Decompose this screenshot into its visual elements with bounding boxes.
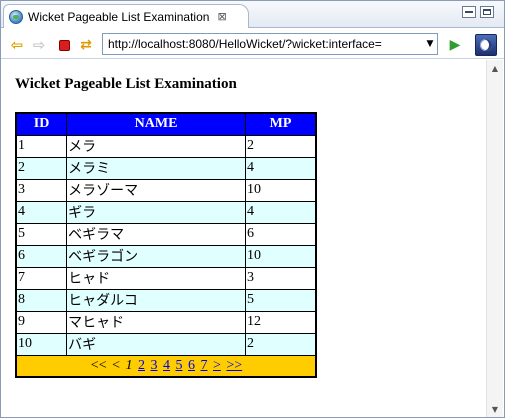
table-row: 5 ベギラマ 6 <box>15 222 317 246</box>
cell-mp: 6 <box>245 222 317 246</box>
cell-id: 4 <box>15 200 68 224</box>
cell-mp: 4 <box>245 156 317 180</box>
pager-prev: < <box>112 357 120 373</box>
cell-id: 5 <box>15 222 68 246</box>
cell-id: 6 <box>15 244 68 268</box>
cell-id: 8 <box>15 288 68 312</box>
cell-mp: 10 <box>245 178 317 202</box>
cell-id: 9 <box>15 310 68 334</box>
page-title: Wicket Pageable List Examination <box>15 76 237 92</box>
table-row: 1 メラ 2 <box>15 134 317 158</box>
page-content: Wicket Pageable List Examination ID NAME… <box>2 60 485 417</box>
column-header-id: ID <box>15 112 68 136</box>
table-row: 8 ヒャダルコ 5 <box>15 288 317 312</box>
cell-name: バギ <box>66 332 246 356</box>
cell-mp: 10 <box>245 244 317 268</box>
back-arrow-icon[interactable]: ⇦ <box>9 36 25 54</box>
cell-mp: 2 <box>245 332 317 356</box>
cell-name: メラ <box>66 134 246 158</box>
pager-link-page-7[interactable]: 7 <box>201 358 208 373</box>
cell-mp: 3 <box>245 266 317 290</box>
cell-id: 3 <box>15 178 68 202</box>
table-row: 2 メラミ 4 <box>15 156 317 180</box>
cell-id: 7 <box>15 266 68 290</box>
table-row: 7 ヒャド 3 <box>15 266 317 290</box>
cell-mp: 12 <box>245 310 317 334</box>
pager-link-page-5[interactable]: 5 <box>176 358 183 373</box>
globe-icon <box>9 9 23 24</box>
cell-mp: 2 <box>245 134 317 158</box>
cell-name: ベギラゴン <box>66 244 246 268</box>
cell-name: ギラ <box>66 200 246 224</box>
scroll-up-icon[interactable]: ▲ <box>487 60 503 76</box>
pager-row: << < 1 2 3 4 5 6 7 > >> <box>15 354 317 378</box>
forward-arrow-icon[interactable]: ⇨ <box>31 36 47 54</box>
tab-wicket-pageable-list[interactable]: Wicket Pageable List Examination ⊠ <box>3 4 249 28</box>
cell-id: 10 <box>15 332 68 356</box>
table-row: 3 メラゾーマ 10 <box>15 178 317 202</box>
cell-mp: 4 <box>245 200 317 224</box>
column-header-name: NAME <box>66 112 246 136</box>
cell-name: メラミ <box>66 156 246 180</box>
window-controls <box>462 6 494 18</box>
cell-name: ベギラマ <box>66 222 246 246</box>
cell-name: マヒャド <box>66 310 246 334</box>
tab-title: Wicket Pageable List Examination <box>28 9 210 24</box>
table-row: 4 ギラ 4 <box>15 200 317 224</box>
cell-name: ヒャダルコ <box>66 288 246 312</box>
browser-window: Wicket Pageable List Examination ⊠ ⇦ ⇨ ⇄… <box>0 0 505 418</box>
maximize-icon[interactable] <box>480 6 494 18</box>
pager: << < 1 2 3 4 5 6 7 > >> <box>15 354 317 378</box>
browser-toolbar: ⇦ ⇨ ⇄ http://localhost:8080/HelloWicket/… <box>1 29 504 59</box>
table-row: 6 ベギラゴン 10 <box>15 244 317 268</box>
eclipse-icon[interactable] <box>475 34 497 56</box>
refresh-icon[interactable]: ⇄ <box>78 37 94 53</box>
cell-mp: 5 <box>245 288 317 312</box>
pager-link-page-6[interactable]: 6 <box>188 358 195 373</box>
column-header-mp: MP <box>245 112 317 136</box>
spell-table: ID NAME MP 1 メラ 2 2 メラミ 4 3 メラゾーマ 10 4 ギ… <box>15 112 317 378</box>
minimize-icon[interactable] <box>462 6 476 18</box>
url-dropdown-icon[interactable]: ▼ <box>423 39 437 49</box>
table-header-row: ID NAME MP <box>15 112 317 136</box>
scroll-down-icon[interactable]: ▼ <box>487 401 503 417</box>
url-text: http://localhost:8080/HelloWicket/?wicke… <box>108 37 382 51</box>
pager-link-page-4[interactable]: 4 <box>163 358 170 373</box>
table-row: 10 バギ 2 <box>15 332 317 356</box>
pager-link-page-3[interactable]: 3 <box>151 358 158 373</box>
pager-current-page: 1 <box>125 357 133 373</box>
go-arrow-icon[interactable]: ▶ <box>447 37 463 53</box>
pager-link-page-2[interactable]: 2 <box>138 358 145 373</box>
pager-first: << <box>90 357 107 373</box>
cell-id: 1 <box>15 134 68 158</box>
table-row: 9 マヒャド 12 <box>15 310 317 334</box>
pager-last-link[interactable]: >> <box>226 358 242 373</box>
close-tab-icon[interactable]: ⊠ <box>217 10 226 23</box>
cell-id: 2 <box>15 156 68 180</box>
vertical-scrollbar[interactable]: ▲ ▼ <box>486 60 503 417</box>
cell-name: メラゾーマ <box>66 178 246 202</box>
stop-icon[interactable] <box>56 37 72 53</box>
url-field[interactable]: http://localhost:8080/HelloWicket/?wicke… <box>102 33 438 55</box>
tab-bar: Wicket Pageable List Examination ⊠ <box>1 1 504 28</box>
cell-name: ヒャド <box>66 266 246 290</box>
pager-next-link[interactable]: > <box>213 358 221 373</box>
